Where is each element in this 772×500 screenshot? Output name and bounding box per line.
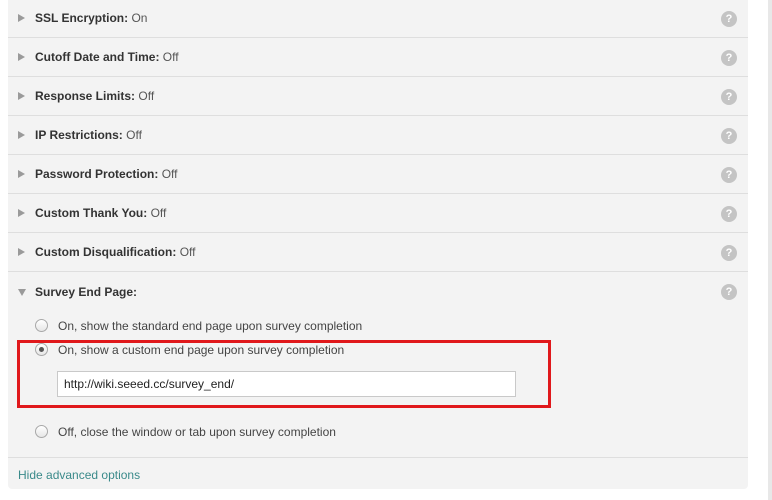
- triangle-right-icon: [18, 209, 25, 217]
- radio-close-window[interactable]: [35, 425, 48, 438]
- advanced-options-panel: SSL Encryption: On ? Cutoff Date and Tim…: [8, 0, 748, 489]
- section-label: Password Protection:: [35, 167, 159, 181]
- section-value: Off: [138, 89, 155, 103]
- section-ssl-encryption[interactable]: SSL Encryption: On ?: [8, 0, 748, 38]
- hide-advanced-options-link[interactable]: Hide advanced options: [18, 468, 140, 482]
- triangle-right-icon: [18, 14, 25, 22]
- option-label-close[interactable]: Off, close the window or tab upon survey…: [58, 425, 336, 439]
- section-ip-restrictions[interactable]: IP Restrictions: Off ?: [8, 117, 748, 155]
- section-value: On: [131, 11, 148, 25]
- scrollbar-track[interactable]: [768, 0, 772, 500]
- section-label: Custom Disqualification:: [35, 245, 177, 259]
- section-label: IP Restrictions:: [35, 128, 123, 142]
- section-value: Off: [150, 206, 167, 220]
- section-value: Off: [179, 245, 196, 259]
- section-value: Off: [161, 167, 178, 181]
- annotation-highlight-box: [17, 340, 551, 408]
- section-label: Cutoff Date and Time:: [35, 50, 160, 64]
- question-circle-icon[interactable]: ?: [721, 89, 737, 105]
- section-label: SSL Encryption:: [35, 11, 129, 25]
- triangle-right-icon: [18, 170, 25, 178]
- section-custom-disqualification[interactable]: Custom Disqualification: Off ?: [8, 234, 748, 272]
- question-circle-icon[interactable]: ?: [721, 167, 737, 183]
- question-circle-icon[interactable]: ?: [721, 11, 737, 27]
- section-value: Off: [126, 128, 142, 142]
- section-password-protection[interactable]: Password Protection: Off ?: [8, 156, 748, 194]
- question-circle-icon[interactable]: ?: [721, 206, 737, 222]
- question-circle-icon[interactable]: ?: [721, 284, 737, 300]
- section-response-limits[interactable]: Response Limits: Off ?: [8, 78, 748, 116]
- question-circle-icon[interactable]: ?: [721, 128, 737, 144]
- section-cutoff-date-time[interactable]: Cutoff Date and Time: Off ?: [8, 39, 748, 77]
- radio-standard-end-page[interactable]: [35, 319, 48, 332]
- triangle-right-icon: [18, 92, 25, 100]
- triangle-right-icon: [18, 248, 25, 256]
- question-circle-icon[interactable]: ?: [721, 50, 737, 66]
- question-circle-icon[interactable]: ?: [721, 245, 737, 261]
- triangle-right-icon: [18, 53, 25, 61]
- triangle-right-icon: [18, 131, 25, 139]
- section-value: Off: [162, 50, 179, 64]
- option-label-standard[interactable]: On, show the standard end page upon surv…: [58, 319, 362, 333]
- section-label: Custom Thank You:: [35, 206, 148, 220]
- section-custom-thank-you[interactable]: Custom Thank You: Off ?: [8, 195, 748, 233]
- triangle-down-icon[interactable]: [18, 289, 26, 296]
- section-title[interactable]: Survey End Page:: [35, 285, 137, 299]
- section-label: Response Limits:: [35, 89, 136, 103]
